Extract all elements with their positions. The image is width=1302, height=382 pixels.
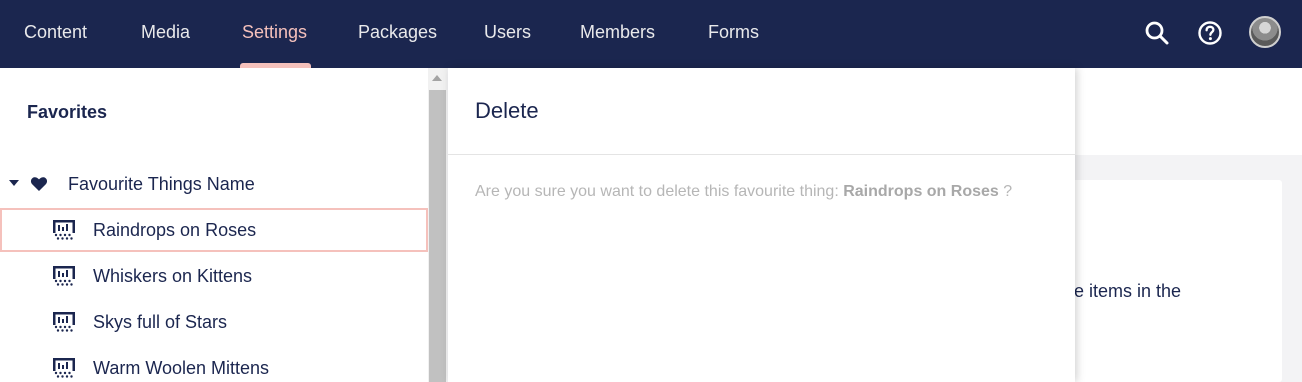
nav-item-settings[interactable]: Settings [242,0,307,68]
sidebar-scrollbar[interactable] [428,68,447,382]
tree-item-label: Warm Woolen Mittens [93,358,270,378]
delete-dialog: Delete Are you sure you want to delete t… [448,68,1075,382]
heart-icon [30,175,48,198]
avatar[interactable] [1249,16,1281,48]
tree-item-whiskers-on-kittens[interactable]: Whiskers on Kittens [0,254,428,298]
tree-item-skys-full-of-stars[interactable]: Skys full of Stars [0,300,428,344]
message-prefix: Are you sure you want to delete this fav… [475,183,844,200]
dialog-title: Delete [475,98,539,123]
tree-item-label: Whiskers on Kittens [93,266,253,286]
nav-item-packages[interactable]: Packages [358,0,437,68]
document-type-icon [53,358,75,382]
tree-item-label: Raindrops on Roses [93,220,257,240]
editor-partial-text: ne items in the [1064,281,1182,301]
scrollbar-thumb[interactable] [429,90,446,382]
tree-item-warm-woolen-mittens[interactable]: Warm Woolen Mittens [0,346,428,382]
dialog-divider [448,154,1075,155]
nav-item-media[interactable]: Media [141,0,190,68]
document-type-icon [53,220,75,245]
document-type-icon [53,266,75,291]
delete-confirmation-message: Are you sure you want to delete this fav… [475,183,1012,201]
nav-item-users[interactable]: Users [484,0,531,68]
editor-header [1075,68,1302,155]
message-suffix: ? [998,183,1013,200]
sidebar-tree: Favorites Favourite Things Name Raindrop… [0,68,428,382]
scroll-up-arrow-icon[interactable] [432,75,442,81]
nav-item-content[interactable]: Content [24,0,87,68]
tree-heading: Favorites [27,102,108,122]
tree-root-node[interactable]: Favourite Things Name [0,172,428,198]
item-name: Raindrops on Roses [843,183,999,200]
top-navigation: Content Media Settings Packages Users Me… [0,0,1302,68]
tree-root-label: Favourite Things Name [68,174,255,194]
tree-item-label: Skys full of Stars [93,312,228,332]
chevron-down-icon[interactable] [9,180,19,186]
help-icon[interactable] [1195,16,1225,50]
tree-item-raindrops-on-roses[interactable]: Raindrops on Roses [0,208,428,252]
document-type-icon [53,312,75,337]
search-icon[interactable] [1142,16,1172,50]
nav-item-members[interactable]: Members [580,0,655,68]
nav-item-forms[interactable]: Forms [708,0,759,68]
